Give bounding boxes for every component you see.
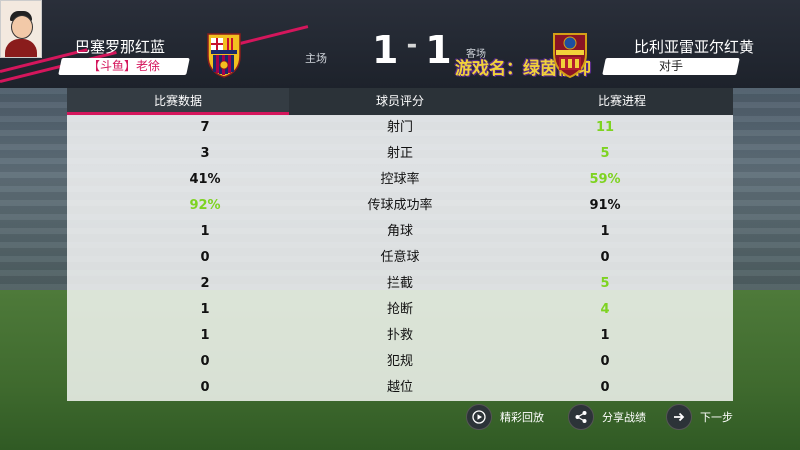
away-player-tag-text: 对手 [658, 59, 683, 73]
stat-label: 抢断 [386, 302, 413, 317]
home-stat-value: 0 [200, 354, 210, 369]
streamer-avatar [0, 0, 42, 58]
stat-row: 3 射正 5 [67, 141, 733, 167]
stat-row: 1 扑救 1 [67, 323, 733, 349]
home-player-tag: 【斗鱼】老徐 [58, 58, 190, 75]
home-stat-value: 0 [200, 380, 210, 395]
home-score: 1 [372, 28, 401, 72]
away-stat-value: 5 [600, 276, 610, 291]
stat-row: 1 抢断 4 [67, 297, 733, 323]
stat-row: 1 角球 1 [67, 219, 733, 245]
stat-label: 角球 [386, 224, 413, 239]
away-stat-value: 4 [600, 302, 610, 317]
stat-label: 扑救 [386, 328, 413, 343]
away-stat-value: 5 [600, 146, 610, 161]
barcelona-crest-icon [207, 33, 241, 78]
away-stat-value: 0 [600, 354, 610, 369]
share-icon [568, 404, 594, 430]
replay-highlights-button[interactable]: 精彩回放 [466, 404, 544, 430]
away-stat-value: 1 [600, 328, 610, 343]
stat-label: 犯规 [386, 354, 413, 369]
stats-tabs: 比赛数据 球员评分 比赛进程 [67, 88, 733, 115]
home-stat-value: 1 [200, 302, 210, 317]
stat-label: 射正 [386, 146, 413, 161]
arrow-right-icon [666, 404, 692, 430]
decor-stripe [239, 25, 309, 45]
away-stat-value: 59% [589, 172, 621, 187]
share-results-button[interactable]: 分享战绩 [568, 404, 646, 430]
tab-match-timeline[interactable]: 比赛进程 [511, 88, 733, 115]
tab-player-ratings[interactable]: 球员评分 [289, 88, 511, 115]
share-label: 分享战绩 [602, 411, 646, 424]
away-stat-value: 0 [600, 250, 610, 265]
stat-row: 92% 传球成功率 91% [67, 193, 733, 219]
stat-row: 7 射门 11 [67, 115, 733, 141]
away-stat-value: 91% [589, 198, 621, 213]
away-score: 1 [425, 28, 454, 72]
villarreal-crest-icon [553, 33, 587, 78]
home-stat-value: 92% [189, 198, 221, 213]
replay-label: 精彩回放 [500, 411, 544, 424]
tab-match-stats[interactable]: 比赛数据 [67, 88, 289, 115]
play-icon [466, 404, 492, 430]
stat-row: 0 越位 0 [67, 375, 733, 401]
home-stat-value: 1 [200, 224, 210, 239]
away-player-tag: 对手 [602, 58, 740, 75]
home-stat-value: 3 [200, 146, 210, 161]
stat-row: 41% 控球率 59% [67, 167, 733, 193]
stat-label: 越位 [386, 380, 413, 395]
stat-label: 传球成功率 [367, 198, 433, 213]
stat-row: 2 拦截 5 [67, 271, 733, 297]
stats-table: 7 射门 11 3 射正 5 41% 控球率 59% 92% 传球成功率 91%… [67, 115, 733, 401]
away-stat-value: 1 [600, 224, 610, 239]
home-player-tag-text: 【斗鱼】老徐 [87, 59, 160, 73]
stat-label: 射门 [386, 120, 413, 135]
tab-label: 球员评分 [375, 94, 424, 108]
tab-label: 比赛进程 [597, 94, 646, 108]
score-separator: - [406, 30, 420, 60]
stat-row: 0 犯规 0 [67, 349, 733, 375]
home-label: 主场 [305, 52, 327, 65]
home-team-name: 巴塞罗那红蓝 [75, 38, 166, 56]
home-stat-value: 7 [200, 120, 210, 135]
home-stat-value: 41% [189, 172, 221, 187]
away-stat-value: 11 [595, 120, 615, 135]
home-stat-value: 0 [200, 250, 210, 265]
home-stat-value: 1 [200, 328, 210, 343]
stat-label: 任意球 [380, 250, 420, 265]
next-label: 下一步 [700, 411, 733, 424]
stat-label: 控球率 [380, 172, 420, 187]
home-stat-value: 2 [200, 276, 210, 291]
stat-label: 拦截 [386, 276, 413, 291]
away-stat-value: 0 [600, 380, 610, 395]
scoreline: 1-1 [372, 28, 454, 72]
tab-label: 比赛数据 [153, 94, 202, 108]
stat-row: 0 任意球 0 [67, 245, 733, 271]
next-step-button[interactable]: 下一步 [666, 404, 733, 430]
away-team-name: 比利亚雷亚尔红黄 [634, 38, 755, 56]
